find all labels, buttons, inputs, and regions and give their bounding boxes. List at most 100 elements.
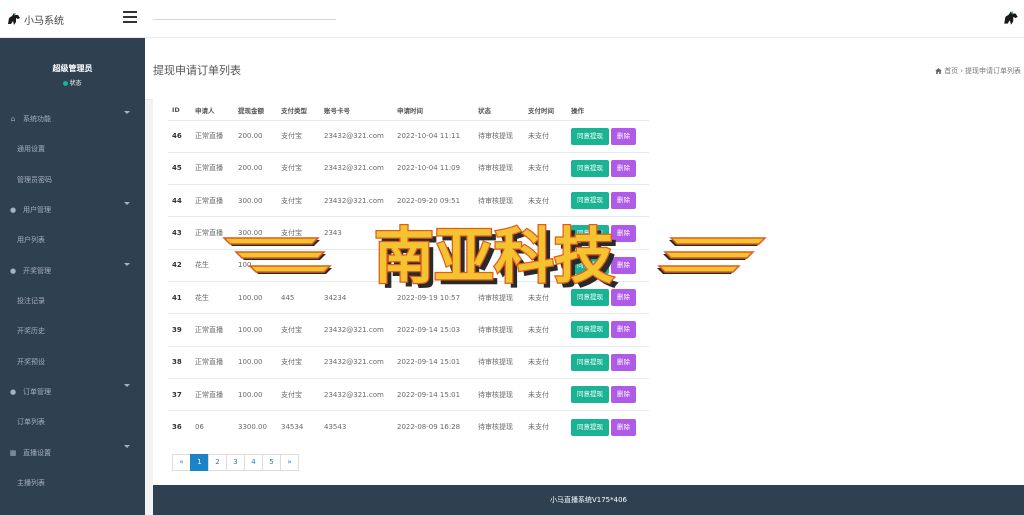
cell-actions: 同意提现 删除	[567, 377, 649, 411]
col-amount: 提现金额	[238, 106, 264, 115]
sidebar-group-live[interactable]: ▦ 直播设置	[0, 438, 145, 468]
delete-button[interactable]: 删除	[611, 289, 636, 307]
cell-applicant: 正常直播	[191, 345, 234, 379]
cell-applicant: 正常直播	[191, 377, 234, 411]
cell-pay-type	[277, 248, 320, 282]
delete-button[interactable]: 删除	[611, 321, 636, 339]
approve-withdraw-button[interactable]: 同意提现	[571, 289, 609, 307]
sidebar-item-admin-password[interactable]: 管理员密码	[0, 165, 145, 196]
table-row: 39 正常直播 100.00 支付宝 23432@321.com 2022-09-14 1…	[168, 313, 649, 347]
delete-button[interactable]: 删除	[611, 159, 636, 177]
sidebar: 超级管理员 状态 ⌂ 系统功能 通用设置 管理员密码 ● 用户管理 用户列表 ● 开奖…	[0, 38, 145, 515]
sidebar-group-lottery[interactable]: ● 开奖管理	[0, 256, 145, 286]
chevron-down-icon	[124, 262, 130, 266]
delete-button[interactable]: 删除	[611, 353, 636, 371]
sidebar-item-bet-records[interactable]: 投注记录	[0, 286, 145, 317]
home-icon	[935, 68, 943, 74]
cell-account: 23432@321.com	[320, 119, 393, 153]
cell-applicant: 正常直播	[191, 216, 234, 250]
withdraw-table-card: ID 申请人 提现金额 支付类型 账号卡号 申请时间 状态 支付时间 操作 46…	[153, 86, 1024, 486]
cell-status: 待审核提现	[474, 184, 524, 217]
approve-withdraw-button[interactable]: 同意提现	[571, 127, 609, 145]
top-navbar: 小马系统	[0, 0, 1024, 38]
cell-id: 39	[168, 313, 191, 347]
page-1-button[interactable]: 1	[190, 454, 209, 471]
delete-button[interactable]: 删除	[611, 224, 636, 242]
cell-actions: 同意提现 删除	[567, 216, 649, 250]
page-3-button[interactable]: 3	[226, 454, 245, 471]
page-prev-button[interactable]: «	[172, 454, 191, 471]
cell-apply-time: 2022-09-14 15:01	[393, 345, 474, 379]
col-applicant: 申请人	[195, 106, 215, 115]
sidebar-group-system[interactable]: ⌂ 系统功能	[0, 104, 145, 134]
chevron-down-icon	[124, 384, 130, 387]
horse-logo-icon	[8, 13, 20, 25]
approve-withdraw-button[interactable]: 同意提现	[571, 159, 609, 177]
col-status: 状态	[478, 106, 491, 115]
sidebar-group-users[interactable]: ● 用户管理	[0, 195, 145, 225]
approve-withdraw-button[interactable]: 同意提现	[571, 418, 609, 436]
table-row: 46 正常直播 200.00 支付宝 23432@321.com 2022-10-04 1…	[168, 119, 649, 153]
delete-button[interactable]: 删除	[611, 386, 636, 404]
sidebar-group-orders[interactable]: ● 订单管理	[0, 377, 145, 407]
cell-amount: 100.00	[234, 345, 277, 379]
delete-button[interactable]: 删除	[611, 418, 636, 436]
delete-button[interactable]: 删除	[611, 127, 636, 145]
cell-status: 待审核提现	[474, 313, 524, 347]
breadcrumb: 首页 › 提现申请订单列表	[935, 66, 1021, 76]
cell-id: 38	[168, 345, 191, 379]
approve-withdraw-button[interactable]: 同意提现	[571, 321, 609, 339]
table-row: 45 正常直播 200.00 支付宝 23432@321.com 2022-10-04 1…	[168, 151, 649, 185]
cell-actions: 同意提现 删除	[567, 345, 649, 379]
cell-actions: 同意提现 删除	[567, 410, 649, 443]
cell-pay-time	[524, 248, 567, 282]
cell-amount: 100	[234, 248, 277, 282]
cell-apply-time: 2022-09-19 10:57	[393, 280, 474, 314]
cell-pay-time: 未支付	[524, 377, 567, 411]
sidebar-item-user-list[interactable]: 用户列表	[0, 225, 145, 256]
cell-pay-time: 未支付	[524, 280, 567, 314]
cell-actions: 同意提现 删除	[567, 280, 649, 314]
sidebar-item-general-settings[interactable]: 通用设置	[0, 134, 145, 165]
cell-pay-time	[524, 216, 567, 250]
home-icon: ⌂	[10, 115, 16, 123]
col-pay-type: 支付类型	[281, 106, 307, 115]
app-logo[interactable]: 小马系统	[6, 10, 64, 28]
cell-pay-time: 未支付	[524, 119, 567, 153]
approve-withdraw-button[interactable]: 同意提现	[571, 256, 609, 274]
breadcrumb-home-link[interactable]: 首页	[944, 66, 958, 76]
cell-pay-type: 支付宝	[277, 151, 320, 185]
page-4-button[interactable]: 4	[244, 454, 263, 471]
delete-button[interactable]: 删除	[611, 192, 636, 210]
menu-toggle-icon[interactable]	[123, 11, 137, 23]
order-icon: ●	[9, 388, 17, 396]
delete-button[interactable]: 删除	[611, 256, 636, 274]
approve-withdraw-button[interactable]: 同意提现	[571, 386, 609, 404]
sidebar-item-order-list[interactable]: 订单列表	[0, 407, 145, 438]
cell-pay-type: 支付宝	[277, 184, 320, 217]
cell-apply-time: 2022-09-14 15:01	[393, 377, 474, 411]
approve-withdraw-button[interactable]: 同意提现	[571, 353, 609, 371]
page-2-button[interactable]: 2	[208, 454, 227, 471]
cell-apply-time: 2022-10-04 11:09	[393, 151, 474, 185]
cell-id: 42	[168, 248, 191, 282]
cell-apply-time: 2022-08-09 16:28	[393, 410, 474, 443]
search-input[interactable]	[153, 19, 336, 20]
cell-actions: 同意提现 删除	[567, 184, 649, 217]
cell-account: 23432@321.com	[320, 377, 393, 411]
cell-account: 23432@321.com	[320, 313, 393, 347]
profile-name[interactable]: 超级管理员	[0, 63, 145, 74]
sidebar-item-lottery-history[interactable]: 开奖历史	[0, 316, 145, 347]
approve-withdraw-button[interactable]: 同意提现	[571, 192, 609, 210]
cell-apply-time	[393, 216, 474, 250]
sidebar-item-streamer-list[interactable]: 主播列表	[0, 468, 145, 499]
sidebar-item-lottery-preset[interactable]: 开奖预设	[0, 347, 145, 378]
cell-pay-type: 支付宝	[277, 216, 320, 250]
cell-apply-time: 2022-10-04 11:11	[393, 119, 474, 153]
page-5-button[interactable]: 5	[262, 454, 281, 471]
cell-applicant: 正常直播	[191, 119, 234, 153]
cell-amount: 100.00	[234, 313, 277, 347]
approve-withdraw-button[interactable]: 同意提现	[571, 224, 609, 242]
page-next-button[interactable]: »	[280, 454, 299, 471]
user-avatar-horse-icon[interactable]	[1002, 9, 1020, 27]
